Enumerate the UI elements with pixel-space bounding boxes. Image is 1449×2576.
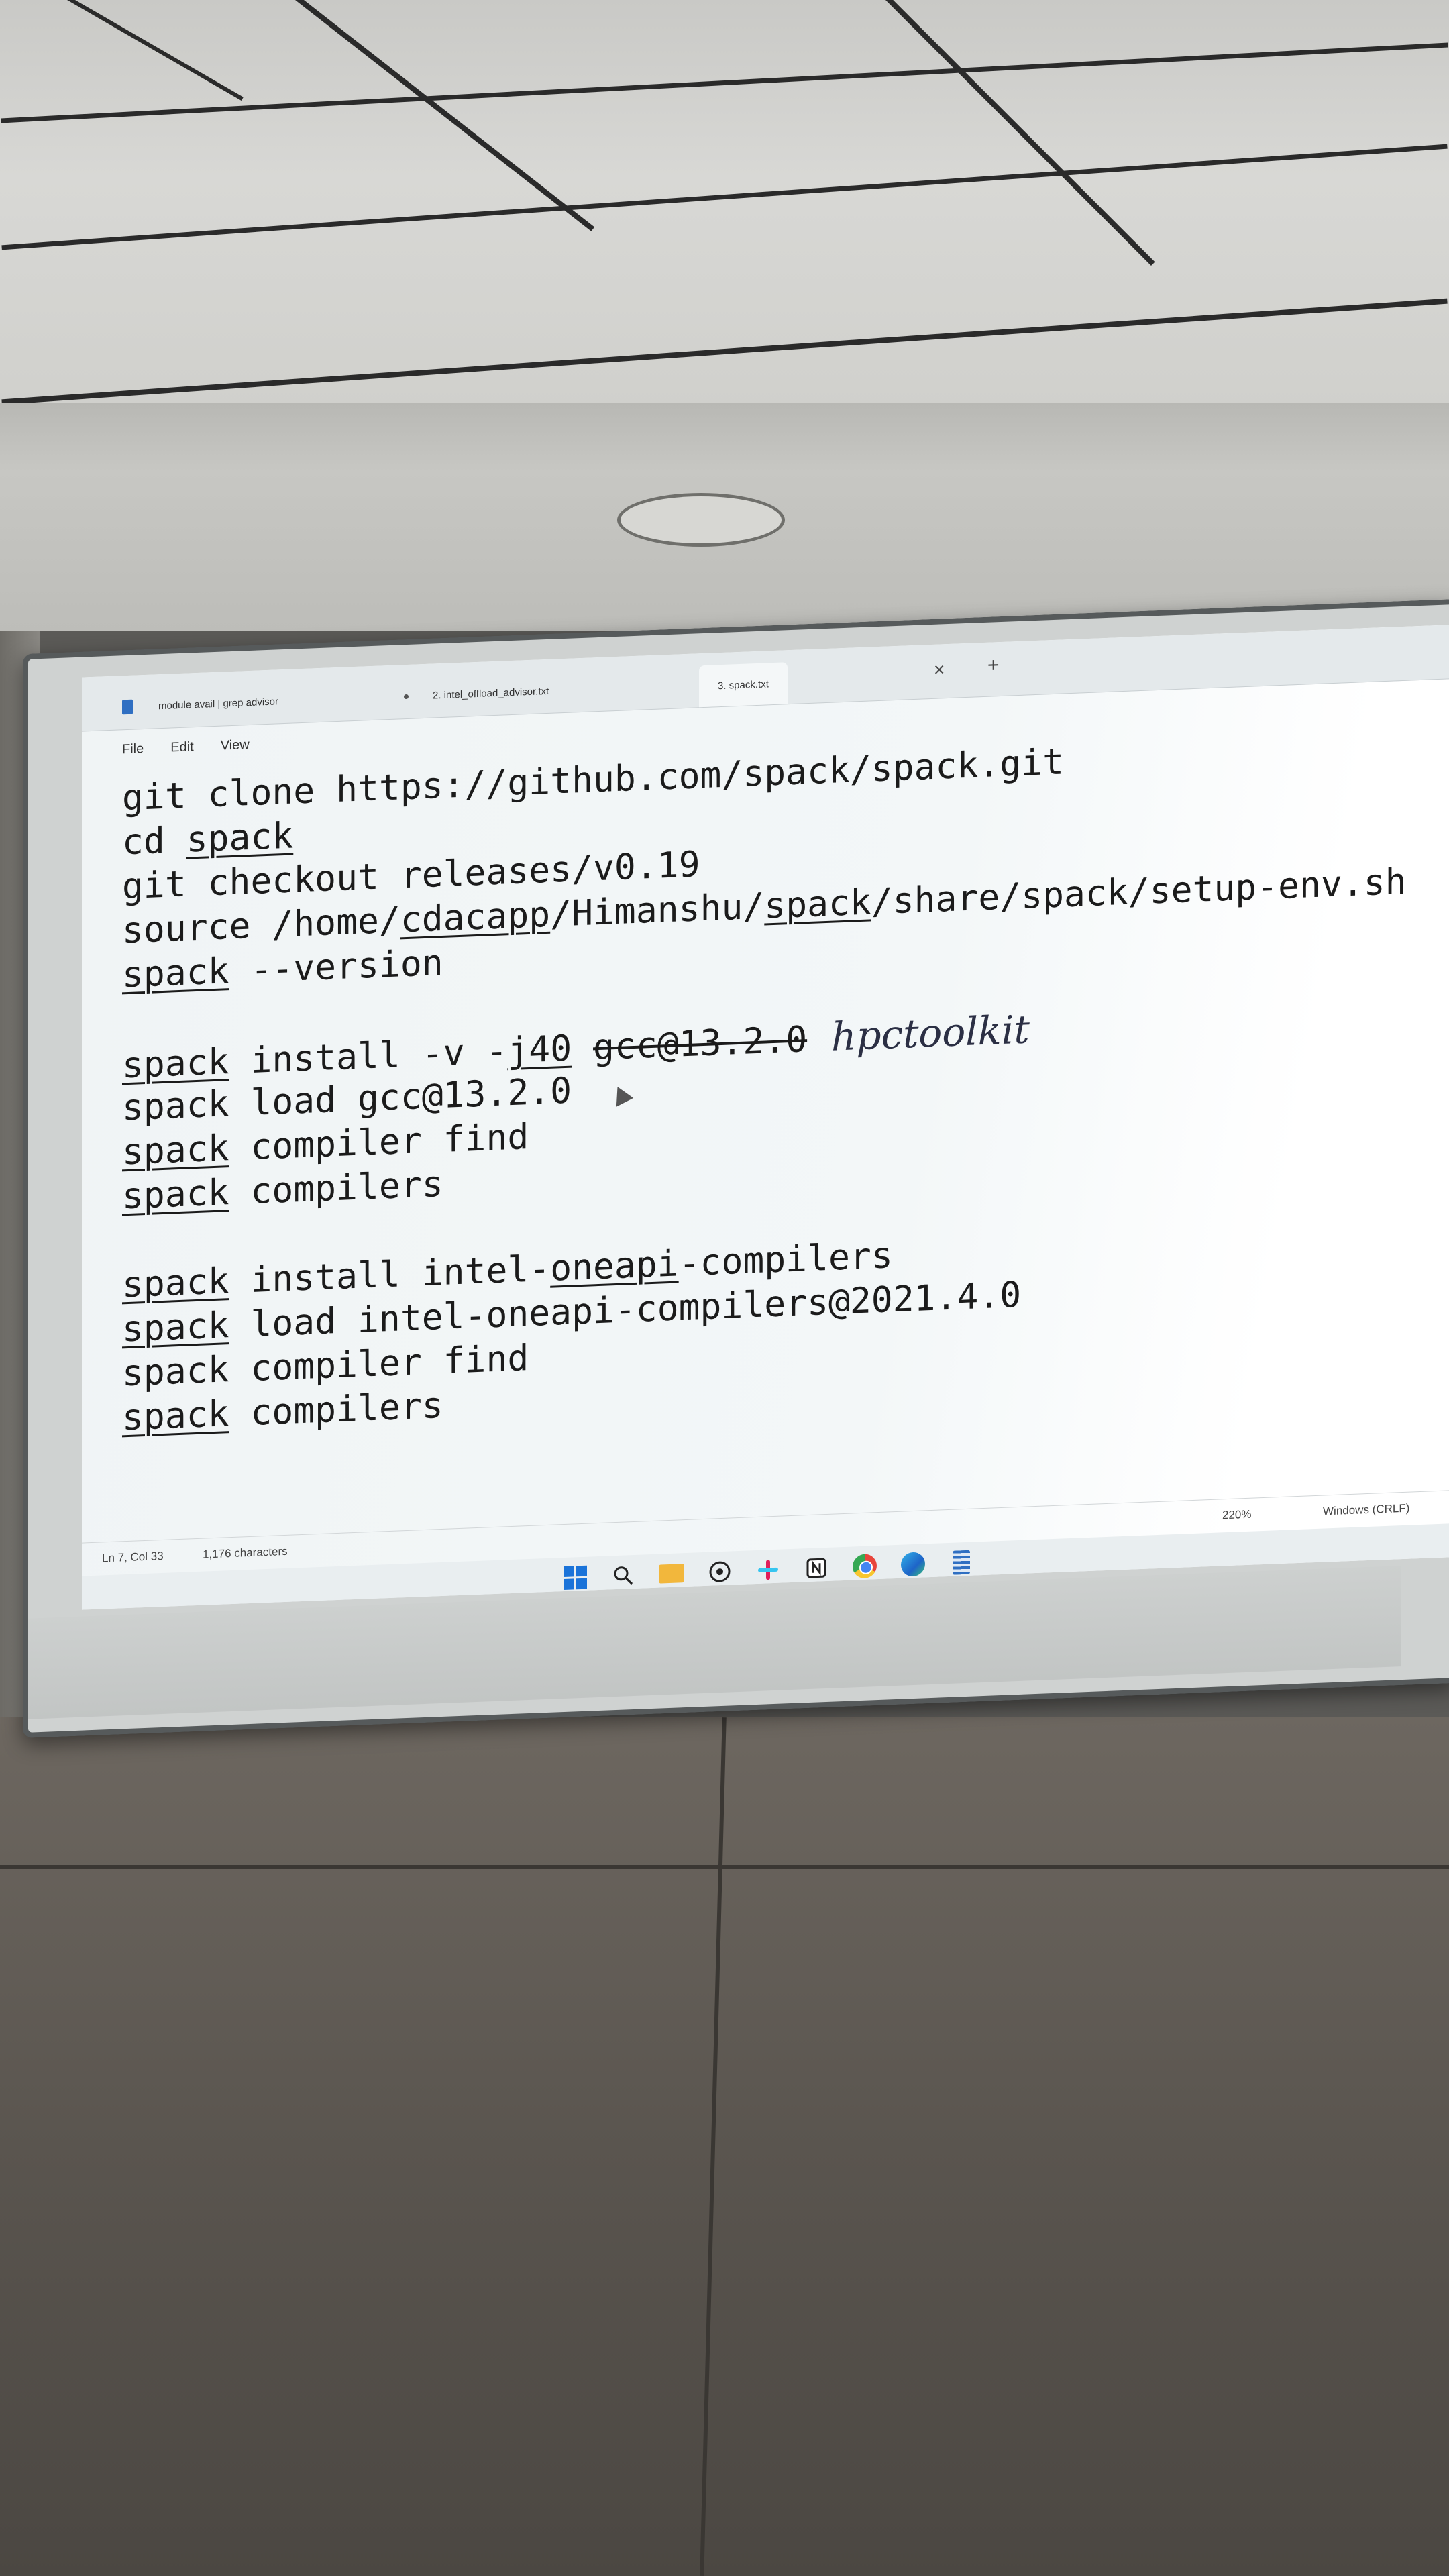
menu-file[interactable]: File (122, 741, 144, 757)
ceiling (0, 0, 1449, 443)
edge-icon[interactable] (900, 1551, 926, 1577)
notion-icon[interactable] (804, 1555, 829, 1581)
line-ending[interactable]: Windows (CRLF) (1323, 1502, 1409, 1519)
handwritten-annotation: hpctoolkit (831, 1006, 1030, 1060)
tab-label: 3. spack.txt (718, 678, 769, 692)
menu-edit[interactable]: Edit (170, 739, 193, 755)
tab-intel-offload-advisor[interactable]: 2. intel_offload_advisor.txt (404, 674, 549, 713)
file-explorer-icon[interactable] (659, 1560, 684, 1587)
tab-label: module avail | grep advisor (158, 695, 278, 712)
notepad-app-icon (122, 699, 133, 715)
projector-glare (1253, 958, 1449, 1250)
tab-label: 2. intel_offload_advisor.txt (433, 685, 549, 702)
character-count: 1,176 characters (203, 1544, 288, 1561)
close-tab-icon[interactable]: × (934, 659, 945, 681)
cursor-position: Ln 7, Col 33 (102, 1549, 164, 1565)
projected-desktop: module avail | grep advisor 2. intel_off… (82, 625, 1449, 1610)
search-icon[interactable] (610, 1562, 636, 1589)
notepad-icon[interactable] (949, 1550, 974, 1576)
ceiling-light (617, 493, 785, 547)
slack-icon[interactable] (755, 1557, 781, 1583)
zoom-level[interactable]: 220% (1222, 1508, 1251, 1523)
chrome-icon[interactable] (852, 1553, 877, 1579)
menu-view[interactable]: View (221, 737, 250, 754)
whatsapp-icon[interactable] (707, 1558, 733, 1585)
windows-start-icon[interactable] (562, 1564, 588, 1591)
projector-screen: module avail | grep advisor 2. intel_off… (23, 599, 1449, 1738)
lower-wall (0, 1717, 1449, 2576)
unsaved-dot-icon (404, 694, 409, 699)
struck-out-text: gcc@13.2.0 (593, 1019, 808, 1069)
new-tab-icon[interactable]: + (987, 654, 1000, 678)
tab-module-avail[interactable]: module avail | grep advisor (122, 684, 278, 724)
text-editor[interactable]: git clone https://github.com/spack/spack… (122, 727, 1424, 1441)
tab-spack-txt[interactable]: 3. spack.txt (699, 662, 788, 708)
